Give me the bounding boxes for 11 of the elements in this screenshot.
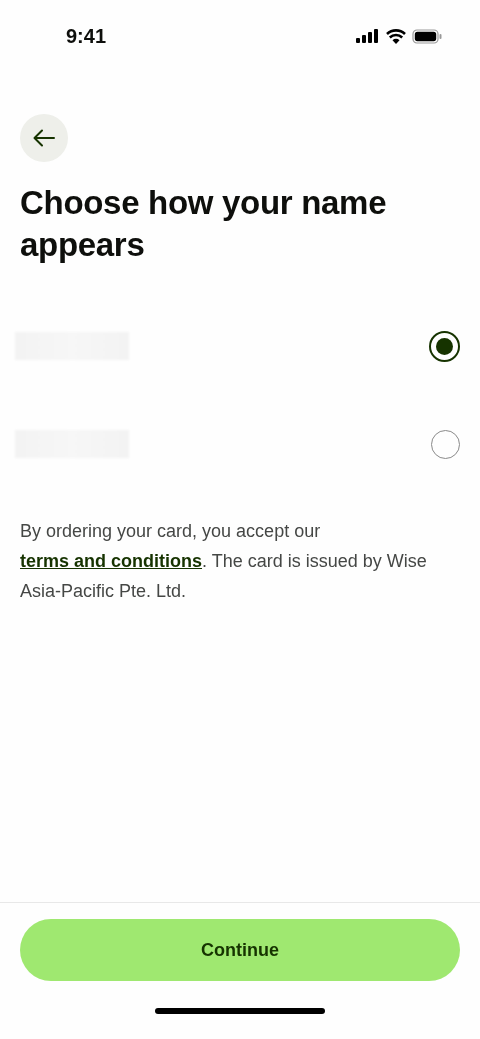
- back-button[interactable]: [20, 114, 68, 162]
- page-title: Choose how your name appears: [20, 183, 388, 265]
- status-time: 9:41: [66, 24, 107, 48]
- signal-icon: [356, 29, 380, 43]
- radio-button[interactable]: [429, 330, 460, 362]
- back-arrow-icon: [33, 129, 55, 147]
- terms-link[interactable]: terms and conditions: [20, 551, 203, 571]
- wifi-icon: [386, 28, 406, 44]
- continue-button[interactable]: Continue: [20, 919, 460, 981]
- battery-icon: [412, 28, 442, 44]
- terms-notice: By ordering your card, you accept our terms and conditions. The card is issued by Wise Asia-Pacific Pte. Ltd.: [20, 520, 428, 603]
